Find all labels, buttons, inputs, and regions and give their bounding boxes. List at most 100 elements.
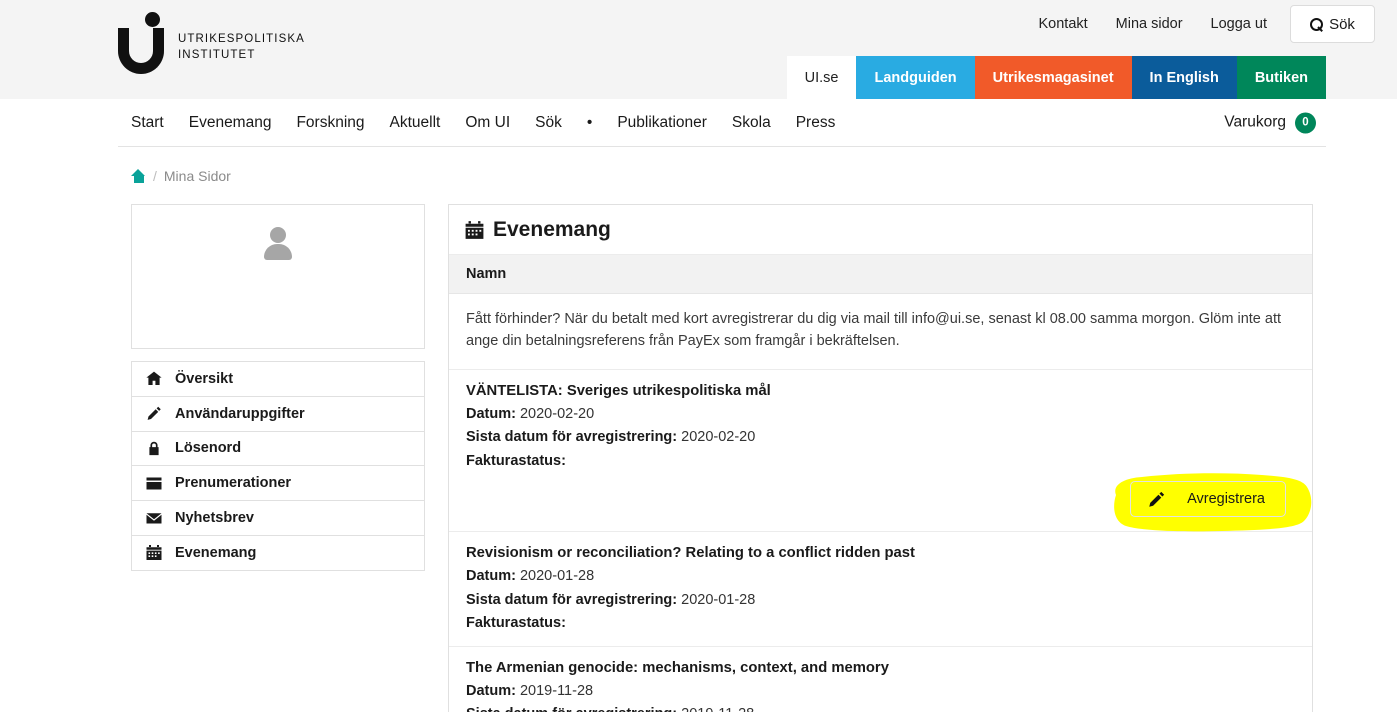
- home-icon[interactable]: [131, 169, 146, 183]
- content-columns: Översikt Användaruppgifter Lösenord Pren…: [118, 184, 1326, 712]
- sidebar-menu: Översikt Användaruppgifter Lösenord Pren…: [131, 361, 425, 571]
- cart-count-badge: 0: [1295, 112, 1316, 133]
- sidebar-item-nyhetsbrev[interactable]: Nyhetsbrev: [132, 501, 424, 536]
- sidebar-item-label: Nyhetsbrev: [175, 510, 254, 527]
- site-tab-butiken[interactable]: Butiken: [1236, 56, 1326, 99]
- event-list-item: Revisionism or reconciliation? Relating …: [449, 532, 1312, 647]
- event-last-unregister-value: 2019-11-28: [681, 706, 754, 712]
- sidebar-item-prenumerationer[interactable]: Prenumerationer: [132, 466, 424, 502]
- event-last-unregister-value: 2020-01-28: [681, 591, 756, 608]
- event-last-unregister-label: Sista datum för avregistrering:: [466, 591, 678, 608]
- site-tab-in-english[interactable]: In English: [1131, 56, 1237, 99]
- nav-item-publikationer[interactable]: Publikationer: [617, 114, 707, 132]
- unregister-button-label: Avregistrera: [1187, 491, 1265, 508]
- nav-item-aktuellt[interactable]: Aktuellt: [390, 114, 441, 132]
- event-last-unregister-line: Sista datum för avregistrering: 2020-01-…: [466, 589, 1295, 612]
- event-title: The Armenian genocide: mechanisms, conte…: [466, 659, 889, 676]
- logo-wordmark: UTRIKESPOLITISKA INSTITUTET: [178, 31, 305, 74]
- event-date-line: Datum: 2020-01-28: [466, 565, 1295, 588]
- page-title: Evenemang: [493, 218, 611, 241]
- column-header-namn: Namn: [449, 255, 1312, 294]
- nav-item-evenemang[interactable]: Evenemang: [189, 114, 272, 132]
- event-invoice-status-line: Fakturastatus:: [466, 450, 1295, 473]
- event-title: VÄNTELISTA: Sveriges utrikespolitiska må…: [466, 382, 771, 399]
- calendar-icon: [465, 221, 484, 239]
- sidebar-item-losenord[interactable]: Lösenord: [132, 431, 424, 467]
- event-invoice-status-label: Fakturastatus:: [466, 452, 566, 469]
- events-panel: Evenemang Namn Fått förhinder? När du be…: [448, 204, 1313, 712]
- site-tab-utrikesmagasinet[interactable]: Utrikesmagasinet: [974, 56, 1132, 99]
- cart-label: Varukorg: [1224, 113, 1286, 131]
- main-nav-items: Start Evenemang Forskning Aktuellt Om UI…: [118, 114, 835, 132]
- event-date-label: Datum:: [466, 682, 516, 699]
- unregister-button[interactable]: Avregistrera: [1130, 481, 1286, 518]
- nav-item-sok[interactable]: Sök: [535, 114, 562, 132]
- top-link-logga-ut[interactable]: Logga ut: [1211, 16, 1267, 32]
- sidebar: Översikt Användaruppgifter Lösenord Pren…: [131, 204, 425, 712]
- site-tab-uise[interactable]: UI.se: [786, 56, 857, 99]
- nav-separator-dot: •: [586, 113, 593, 131]
- sidebar-item-evenemang[interactable]: Evenemang: [132, 535, 424, 571]
- envelope-icon: [146, 511, 162, 526]
- breadcrumb: / Mina Sidor: [118, 147, 1326, 184]
- event-row-actions: Avregistrera: [466, 473, 1312, 532]
- event-invoice-status-line: Fakturastatus:: [466, 612, 1295, 635]
- search-button[interactable]: Sök: [1290, 5, 1375, 43]
- sidebar-item-label: Prenumerationer: [175, 475, 292, 492]
- event-title: Revisionism or reconciliation? Relating …: [466, 545, 915, 562]
- sidebar-item-label: Användaruppgifter: [175, 405, 305, 422]
- event-list-item: VÄNTELISTA: Sveriges utrikespolitiska må…: [449, 370, 1312, 533]
- sidebar-item-oversikt[interactable]: Översikt: [132, 362, 424, 397]
- nav-item-start[interactable]: Start: [131, 114, 164, 132]
- calendar-icon: [146, 545, 162, 561]
- top-link-mina-sidor[interactable]: Mina sidor: [1116, 16, 1183, 32]
- nav-item-press[interactable]: Press: [796, 114, 836, 132]
- event-date-line: Datum: 2019-11-28: [466, 680, 1295, 703]
- logo-line-2: INSTITUTET: [178, 49, 256, 62]
- logo-line-1: UTRIKESPOLITISKA: [178, 32, 305, 45]
- page-root: UTRIKESPOLITISKA INSTITUTET Kontakt Mina…: [0, 0, 1397, 712]
- top-links: Kontakt Mina sidor Logga ut: [1038, 16, 1267, 32]
- site-tabs: UI.se Landguiden Utrikesmagasinet In Eng…: [786, 56, 1326, 99]
- event-date-label: Datum:: [466, 405, 516, 422]
- u-umlaut-logo-icon: [118, 12, 168, 74]
- nav-item-om-ui[interactable]: Om UI: [465, 114, 510, 132]
- cart-button[interactable]: Varukorg 0: [1224, 112, 1316, 133]
- sidebar-item-label: Lösenord: [175, 440, 242, 457]
- event-last-unregister-label: Sista datum för avregistrering:: [466, 429, 678, 446]
- search-icon: [1310, 17, 1324, 31]
- search-button-label: Sök: [1329, 15, 1355, 33]
- site-logo[interactable]: UTRIKESPOLITISKA INSTITUTET: [118, 12, 305, 74]
- event-last-unregister-value: 2020-02-20: [681, 429, 756, 446]
- event-invoice-status-label: Fakturastatus:: [466, 615, 566, 632]
- event-last-unregister-line: Sista datum för avregistrering: 2019-11-…: [466, 703, 1295, 712]
- top-utility-bar: UTRIKESPOLITISKA INSTITUTET Kontakt Mina…: [0, 0, 1397, 99]
- event-date-value: 2020-02-20: [519, 405, 595, 422]
- event-last-unregister-line: Sista datum för avregistrering: 2020-02-…: [466, 426, 1295, 449]
- breadcrumb-separator: /: [153, 168, 157, 184]
- sidebar-item-label: Evenemang: [175, 544, 257, 561]
- event-last-unregister-label: Sista datum för avregistrering:: [466, 706, 677, 712]
- nav-item-skola[interactable]: Skola: [732, 114, 771, 132]
- event-date-value: 2019-11-28: [519, 682, 594, 699]
- credit-card-icon: [146, 476, 162, 491]
- site-tab-landguiden[interactable]: Landguiden: [856, 56, 975, 99]
- event-date-line: Datum: 2020-02-20: [466, 403, 1295, 426]
- nav-item-forskning[interactable]: Forskning: [296, 114, 364, 132]
- panel-header: Evenemang: [449, 205, 1312, 255]
- unregister-highlight-wrapper: Avregistrera: [1114, 473, 1312, 532]
- pencil-icon: [146, 406, 162, 421]
- lock-icon: [146, 441, 162, 456]
- pencil-icon: [1131, 491, 1181, 508]
- event-list-item: The Armenian genocide: mechanisms, conte…: [449, 647, 1312, 712]
- user-avatar-icon: [261, 227, 295, 261]
- sidebar-item-anvandaruppgifter[interactable]: Användaruppgifter: [132, 396, 424, 432]
- main-navigation: Start Evenemang Forskning Aktuellt Om UI…: [118, 99, 1326, 147]
- top-link-kontakt[interactable]: Kontakt: [1038, 16, 1087, 32]
- home-icon: [146, 371, 162, 386]
- profile-card: [131, 204, 425, 349]
- page-container: Start Evenemang Forskning Aktuellt Om UI…: [118, 99, 1326, 712]
- event-date-value: 2020-01-28: [519, 568, 595, 585]
- sidebar-item-label: Översikt: [175, 370, 234, 387]
- panel-notice: Fått förhinder? När du betalt med kort a…: [449, 294, 1312, 370]
